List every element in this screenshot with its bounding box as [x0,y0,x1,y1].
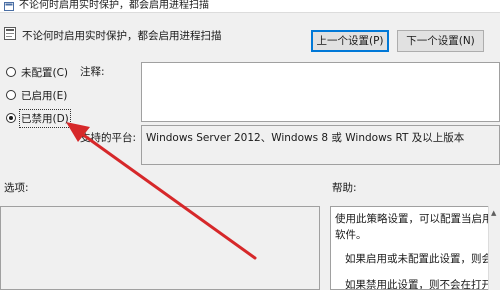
help-line: 使用此策略设置，可以配置当启用实时 [335,213,500,225]
radio-label: 已启用(E) [21,89,68,102]
supported-on-label: 支持的平台: [80,132,137,144]
help-scrollbar[interactable]: ▲ [488,206,500,290]
radio-label: 未配置(C) [21,66,69,79]
help-line: 软件。 [335,229,367,241]
previous-setting-button[interactable]: 上一个设置(P) [311,30,389,52]
divider [0,12,500,13]
options-panel [0,206,320,290]
supported-platforms-text: Windows Server 2012、Windows 8 或 Windows … [146,132,465,144]
comment-label: 注释: [80,66,105,78]
radio-circle-icon[interactable] [6,90,16,100]
radio-enabled[interactable]: 已启用(E) [6,87,67,103]
comment-textarea[interactable] [141,62,500,122]
policy-setting-icon [4,1,14,11]
window-title: 不论何时启用实时保护，都会启用进程扫描 [19,0,209,11]
policy-document-icon [4,27,16,40]
help-label: 帮助: [332,182,357,194]
options-label: 选项: [4,182,29,194]
help-line: 如果启用或未配置此设置，则会在启 [345,253,500,265]
help-text-panel[interactable]: 使用此策略设置，可以配置当启用实时 软件。 如果启用或未配置此设置，则会在启 如… [330,206,500,290]
scroll-up-arrow-icon[interactable]: ▲ [491,209,496,217]
help-line: 如果禁用此设置，则不会在打开进程 [345,279,500,290]
policy-name: 不论何时启用实时保护，都会启用进程扫描 [22,30,222,42]
radio-disabled[interactable]: 已禁用(D) [6,108,71,128]
radio-selected-icon[interactable] [6,113,16,123]
radio-label: 已禁用(D) [19,108,71,128]
radio-not-configured[interactable]: 未配置(C) [6,64,68,80]
supported-on-box: Windows Server 2012、Windows 8 或 Windows … [141,125,500,165]
next-setting-button[interactable]: 下一个设置(N) [397,30,484,52]
radio-circle-icon[interactable] [6,67,16,77]
